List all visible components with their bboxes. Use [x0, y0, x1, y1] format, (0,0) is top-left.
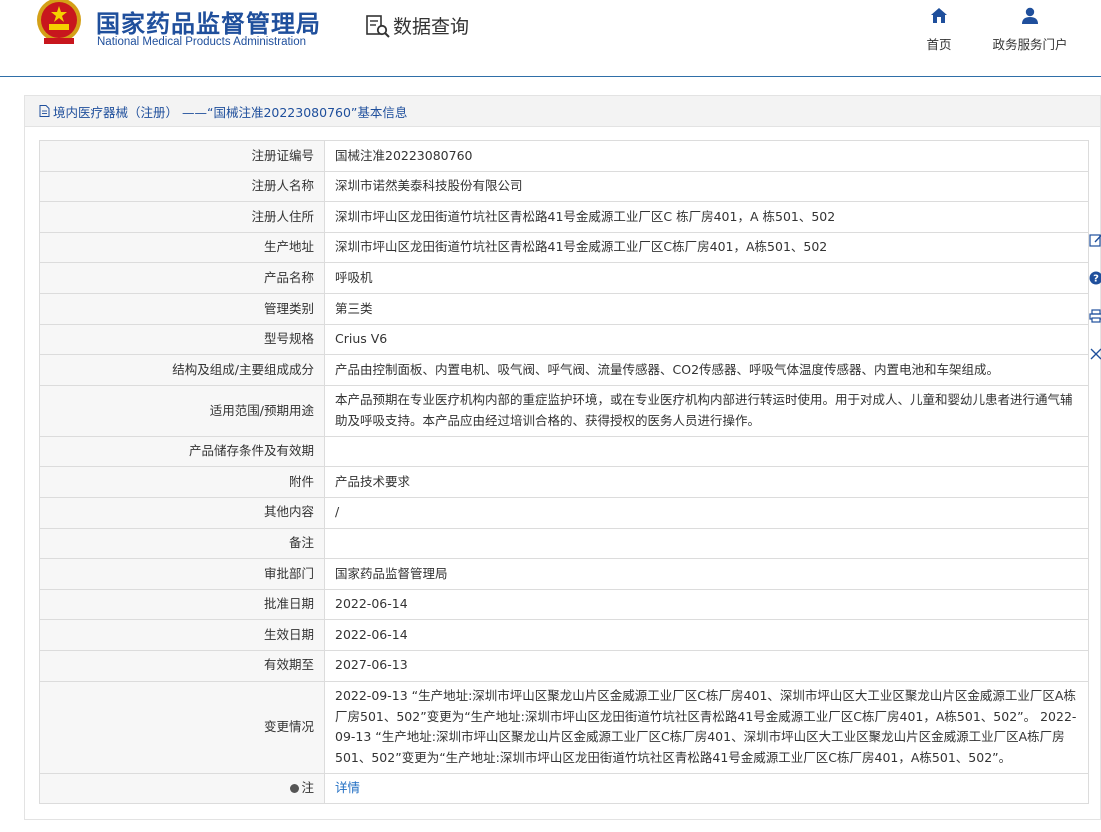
- note-value-cell: 详情: [324, 772, 1089, 805]
- header-divider: [0, 76, 1101, 77]
- field-label: 审批部门: [39, 558, 325, 590]
- site-header: 国家药品监督管理局 National Medical Products Admi…: [0, 0, 1101, 78]
- table-row: 变更情况 2022-09-13 “生产地址:深圳市坪山区聚龙山片区金威源工业厂区…: [39, 680, 1089, 774]
- table-row: 审批部门 国家药品监督管理局: [39, 558, 1089, 590]
- field-label: 产品名称: [39, 262, 325, 294]
- field-label: 生效日期: [39, 619, 325, 651]
- field-label: 生产地址: [39, 231, 325, 264]
- table-row: 批准日期 2022-06-14: [39, 588, 1089, 621]
- field-value: [324, 527, 1089, 560]
- nav-portal-label: 政务服务门户: [992, 37, 1068, 52]
- field-value: 产品技术要求: [324, 466, 1089, 498]
- field-value: 国家药品监督管理局: [324, 558, 1089, 590]
- help-button[interactable]: ?: [1084, 260, 1101, 298]
- table-row: 适用范围/预期用途 本产品预期在专业医疗机构内部的重症监护环境，或在专业医疗机构…: [39, 384, 1089, 437]
- field-value: 深圳市坪山区龙田街道竹坑社区青松路41号金威源工业厂区C 栋厂房401，A 栋5…: [324, 201, 1089, 233]
- details-link[interactable]: 详情: [335, 780, 360, 795]
- table-row: 型号规格 Crius V6: [39, 323, 1089, 356]
- table-row-note: 注 详情: [39, 772, 1089, 805]
- table-row: 注册证编号 国械注准20223080760: [39, 140, 1089, 172]
- device-info-panel: 境内医疗器械（注册） ——“国械注准20223080760”基本信息 注册证编号…: [24, 95, 1101, 820]
- table-row: 产品储存条件及有效期: [39, 435, 1089, 468]
- nav-home-label: 首页: [926, 37, 952, 52]
- nav-service-portal[interactable]: 政务服务门户: [988, 6, 1072, 53]
- field-value: [324, 435, 1089, 468]
- help-icon: ?: [1089, 271, 1101, 285]
- table-row: 注册人名称 深圳市诺然美泰科技股份有限公司: [39, 170, 1089, 203]
- field-label: 注册人住所: [39, 201, 325, 233]
- note-label-cell: 注: [39, 772, 325, 805]
- field-value: 2022-06-14: [324, 619, 1089, 651]
- field-label: 注册证编号: [39, 140, 325, 172]
- field-label: 备注: [39, 527, 325, 560]
- table-row: 结构及组成/主要组成成分 产品由控制面板、内置电机、吸气阀、呼气阀、流量传感器、…: [39, 354, 1089, 386]
- home-icon: [931, 8, 947, 23]
- field-label: 注册人名称: [39, 170, 325, 203]
- table-row: 注册人住所 深圳市坪山区龙田街道竹坑社区青松路41号金威源工业厂区C 栋厂房40…: [39, 201, 1089, 233]
- close-button[interactable]: [1084, 336, 1101, 374]
- close-icon: [1090, 348, 1101, 360]
- field-value: 深圳市坪山区龙田街道竹坑社区青松路41号金威源工业厂区C栋厂房401，A栋501…: [324, 231, 1089, 264]
- data-query-label: 数据查询: [393, 16, 470, 38]
- field-value: 2022-09-13 “生产地址:深圳市坪山区聚龙山片区金威源工业厂区C栋厂房4…: [324, 680, 1089, 774]
- edit-icon: [1089, 234, 1101, 247]
- national-emblem-icon: [37, 0, 81, 44]
- field-value: 深圳市诺然美泰科技股份有限公司: [324, 170, 1089, 203]
- table-row: 有效期至 2027-06-13: [39, 649, 1089, 682]
- field-value: 第三类: [324, 292, 1089, 325]
- table-row: 备注: [39, 527, 1089, 560]
- field-value: 产品由控制面板、内置电机、吸气阀、呼气阀、流量传感器、CO2传感器、呼吸气体温度…: [324, 354, 1089, 386]
- field-value: 呼吸机: [324, 262, 1089, 294]
- document-icon: [39, 105, 50, 117]
- svg-text:?: ?: [1093, 274, 1099, 285]
- table-row: 生产地址 深圳市坪山区龙田街道竹坑社区青松路41号金威源工业厂区C栋厂房401，…: [39, 231, 1089, 264]
- field-value: 国械注准20223080760: [324, 140, 1089, 172]
- field-label: 产品储存条件及有效期: [39, 435, 325, 468]
- field-label: 变更情况: [39, 680, 325, 774]
- field-value: 2022-06-14: [324, 588, 1089, 621]
- field-value: /: [324, 496, 1089, 529]
- print-button[interactable]: [1084, 298, 1101, 336]
- field-value: 2027-06-13: [324, 649, 1089, 682]
- field-label: 其他内容: [39, 496, 325, 529]
- field-label: 型号规格: [39, 323, 325, 356]
- field-label: 管理类别: [39, 292, 325, 325]
- panel-title: 境内医疗器械（注册） ——“国械注准20223080760”基本信息: [53, 104, 408, 120]
- table-row: 附件 产品技术要求: [39, 466, 1089, 498]
- field-value: 本产品预期在专业医疗机构内部的重症监护环境，或在专业医疗机构内部进行转运时使用。…: [324, 384, 1089, 437]
- user-icon: [1022, 7, 1038, 24]
- device-info-table: 注册证编号 国械注准20223080760 注册人名称 深圳市诺然美泰科技股份有…: [39, 140, 1089, 805]
- table-row: 生效日期 2022-06-14: [39, 619, 1089, 651]
- table-row: 产品名称 呼吸机: [39, 262, 1089, 294]
- side-toolbar: ?: [1084, 222, 1101, 374]
- note-label: 注: [301, 780, 314, 796]
- note-icon: [290, 784, 300, 794]
- field-label: 批准日期: [39, 588, 325, 621]
- data-query-link[interactable]: 数据查询: [365, 12, 469, 39]
- agency-name-en[interactable]: National Medical Products Administration: [97, 36, 306, 48]
- table-row: 其他内容 /: [39, 496, 1089, 529]
- panel-header: 境内医疗器械（注册） ——“国械注准20223080760”基本信息: [25, 96, 1100, 127]
- field-label: 有效期至: [39, 649, 325, 682]
- field-label: 适用范围/预期用途: [39, 384, 325, 437]
- feedback-button[interactable]: [1084, 222, 1101, 260]
- field-value: Crius V6: [324, 323, 1089, 356]
- document-search-icon: [366, 14, 390, 38]
- table-row: 管理类别 第三类: [39, 292, 1089, 325]
- field-label: 结构及组成/主要组成成分: [39, 354, 325, 386]
- nav-home[interactable]: 首页: [922, 6, 956, 53]
- agency-name-cn[interactable]: 国家药品监督管理局: [96, 4, 321, 39]
- print-icon: [1089, 309, 1101, 323]
- field-label: 附件: [39, 466, 325, 498]
